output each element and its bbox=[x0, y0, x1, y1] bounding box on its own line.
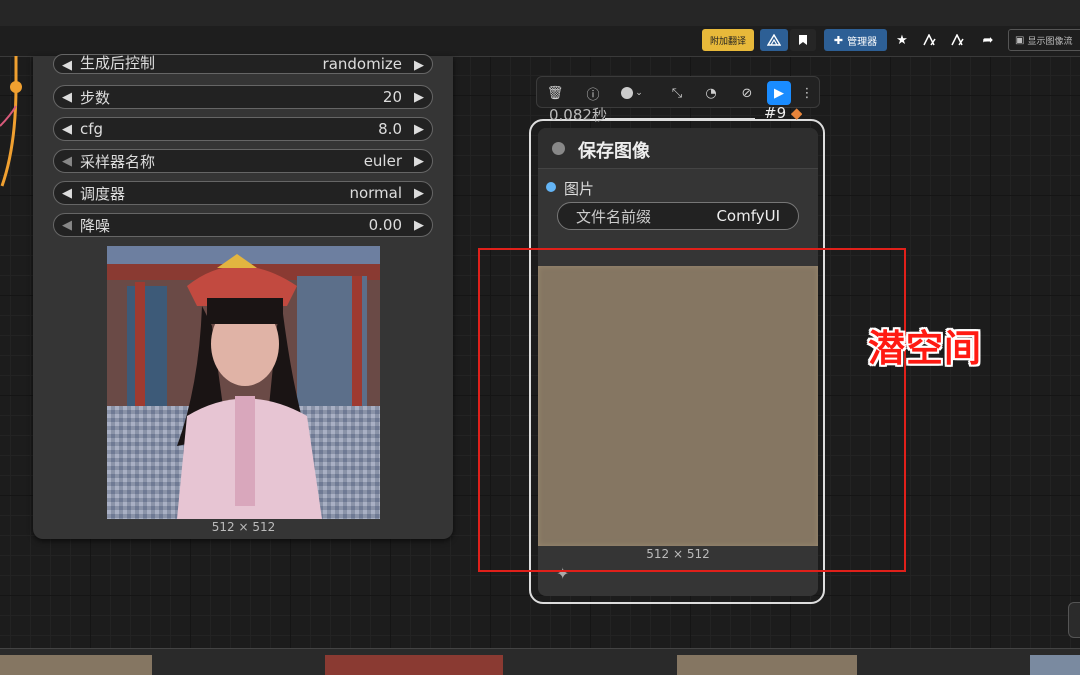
workflow-icon[interactable] bbox=[760, 29, 788, 51]
decrement-arrow[interactable]: ◀ bbox=[54, 90, 80, 105]
widget-denoise[interactable]: ◀ 降噪 0.00 ▶ bbox=[53, 213, 433, 237]
model-icon-a[interactable] bbox=[918, 29, 942, 51]
widget-value: randomize bbox=[322, 55, 402, 73]
image-icon: ▣ bbox=[1015, 34, 1025, 46]
widget-value: 8.0 bbox=[378, 120, 402, 138]
link-wires bbox=[0, 56, 22, 187]
queue-thumbnail[interactable] bbox=[677, 655, 857, 675]
info-icon[interactable]: ⓘ bbox=[581, 81, 605, 105]
collapse-icon[interactable]: ⤡ bbox=[665, 81, 689, 105]
run-button[interactable]: ▶ bbox=[767, 81, 791, 105]
input-slot-dot[interactable] bbox=[546, 182, 556, 192]
star-icon[interactable]: ★ bbox=[890, 29, 914, 51]
window-top-strip bbox=[0, 0, 1080, 26]
widget-value: 0.00 bbox=[368, 216, 402, 234]
annotation-box bbox=[478, 248, 906, 572]
bottom-queue-bar bbox=[0, 648, 1080, 675]
widget-scheduler[interactable]: ◀ 调度器 normal ▶ bbox=[53, 181, 433, 205]
increment-arrow[interactable]: ▶ bbox=[406, 218, 432, 233]
show-image-button[interactable]: ▣ 显示图像流 bbox=[1008, 29, 1080, 51]
widget-sampler-name[interactable]: ◀ 采样器名称 euler ▶ bbox=[53, 149, 433, 173]
manager-button[interactable]: ✚ 管理器 bbox=[824, 29, 887, 51]
widget-label: 采样器名称 bbox=[80, 152, 156, 171]
queue-thumbnail[interactable] bbox=[1030, 655, 1080, 675]
model-icon-b[interactable] bbox=[946, 29, 970, 51]
bookmark-icon[interactable] bbox=[790, 29, 816, 51]
translate-button[interactable]: 附加翻译 bbox=[702, 29, 754, 51]
widget-label: 调度器 bbox=[80, 184, 126, 203]
node-id-label: #9 bbox=[764, 104, 787, 122]
widget-label: 生成后控制 bbox=[80, 54, 156, 72]
increment-arrow[interactable]: ▶ bbox=[406, 154, 432, 169]
top-toolbar: 附加翻译 ✚ 管理器 ★ ➦ ▣ 显示图像流 bbox=[0, 26, 1080, 57]
widget-label: 降噪 bbox=[80, 216, 111, 235]
translate-label: 附加翻译 bbox=[709, 36, 746, 47]
generated-image-preview[interactable] bbox=[107, 246, 380, 519]
widget-steps[interactable]: ◀ 步数 20 ▶ bbox=[53, 85, 433, 109]
bypass-icon[interactable]: ◔ bbox=[699, 81, 723, 105]
share-icon[interactable]: ➦ bbox=[976, 29, 1000, 51]
widget-value: ComfyUI bbox=[716, 207, 780, 225]
node-title: 保存图像 bbox=[578, 141, 650, 162]
widget-value: normal bbox=[349, 184, 402, 202]
trash-icon[interactable]: 🗑 bbox=[543, 81, 567, 105]
decrement-arrow[interactable]: ◀ bbox=[54, 122, 80, 137]
side-panel-handle[interactable] bbox=[1068, 602, 1080, 638]
show-image-label: 显示图像流 bbox=[1027, 36, 1073, 47]
increment-arrow[interactable]: ▶ bbox=[406, 186, 432, 201]
puzzle-icon: ✚ bbox=[833, 33, 844, 47]
decrement-arrow[interactable]: ◀ bbox=[54, 218, 80, 233]
decrement-arrow[interactable]: ◀ bbox=[54, 154, 80, 169]
timing-underline bbox=[605, 118, 755, 120]
widget-label: 步数 bbox=[80, 88, 111, 107]
widget-control-after-generate[interactable]: ◀ 生成后控制 randomize ▶ bbox=[53, 54, 433, 74]
queue-thumbnail[interactable] bbox=[325, 655, 503, 675]
annotation-label: 潜空间 bbox=[868, 327, 982, 370]
widget-value: euler bbox=[363, 152, 402, 170]
filename-prefix-widget[interactable]: 文件名前缀 ComfyUI bbox=[557, 202, 799, 230]
increment-arrow[interactable]: ▶ bbox=[406, 58, 432, 73]
manager-label: 管理器 bbox=[847, 36, 878, 48]
node-title-bar[interactable]: 保存图像 bbox=[538, 128, 818, 169]
queue-thumbnail[interactable] bbox=[0, 655, 152, 675]
decrement-arrow[interactable]: ◀ bbox=[54, 58, 80, 73]
increment-arrow[interactable]: ▶ bbox=[406, 90, 432, 105]
increment-arrow[interactable]: ▶ bbox=[406, 122, 432, 137]
widget-value: 20 bbox=[382, 88, 402, 106]
preview-size-label: 512 × 512 bbox=[211, 520, 276, 534]
execution-time: 0.082秒 bbox=[549, 106, 607, 122]
decrement-arrow[interactable]: ◀ bbox=[54, 186, 80, 201]
widget-cfg[interactable]: ◀ cfg 8.0 ▶ bbox=[53, 117, 433, 141]
mute-icon[interactable]: ⊘ bbox=[735, 81, 759, 105]
collapse-dot[interactable] bbox=[552, 142, 565, 155]
color-picker-icon[interactable]: ⌄ bbox=[617, 81, 647, 105]
fox-badge-icon: ◆ bbox=[790, 104, 803, 122]
node-id: #9 ◆ bbox=[764, 104, 802, 122]
more-icon[interactable]: ⋮ bbox=[795, 81, 819, 105]
widget-label: 文件名前缀 bbox=[576, 207, 652, 226]
widget-label: cfg bbox=[80, 120, 104, 138]
input-label: 图片 bbox=[564, 180, 595, 198]
